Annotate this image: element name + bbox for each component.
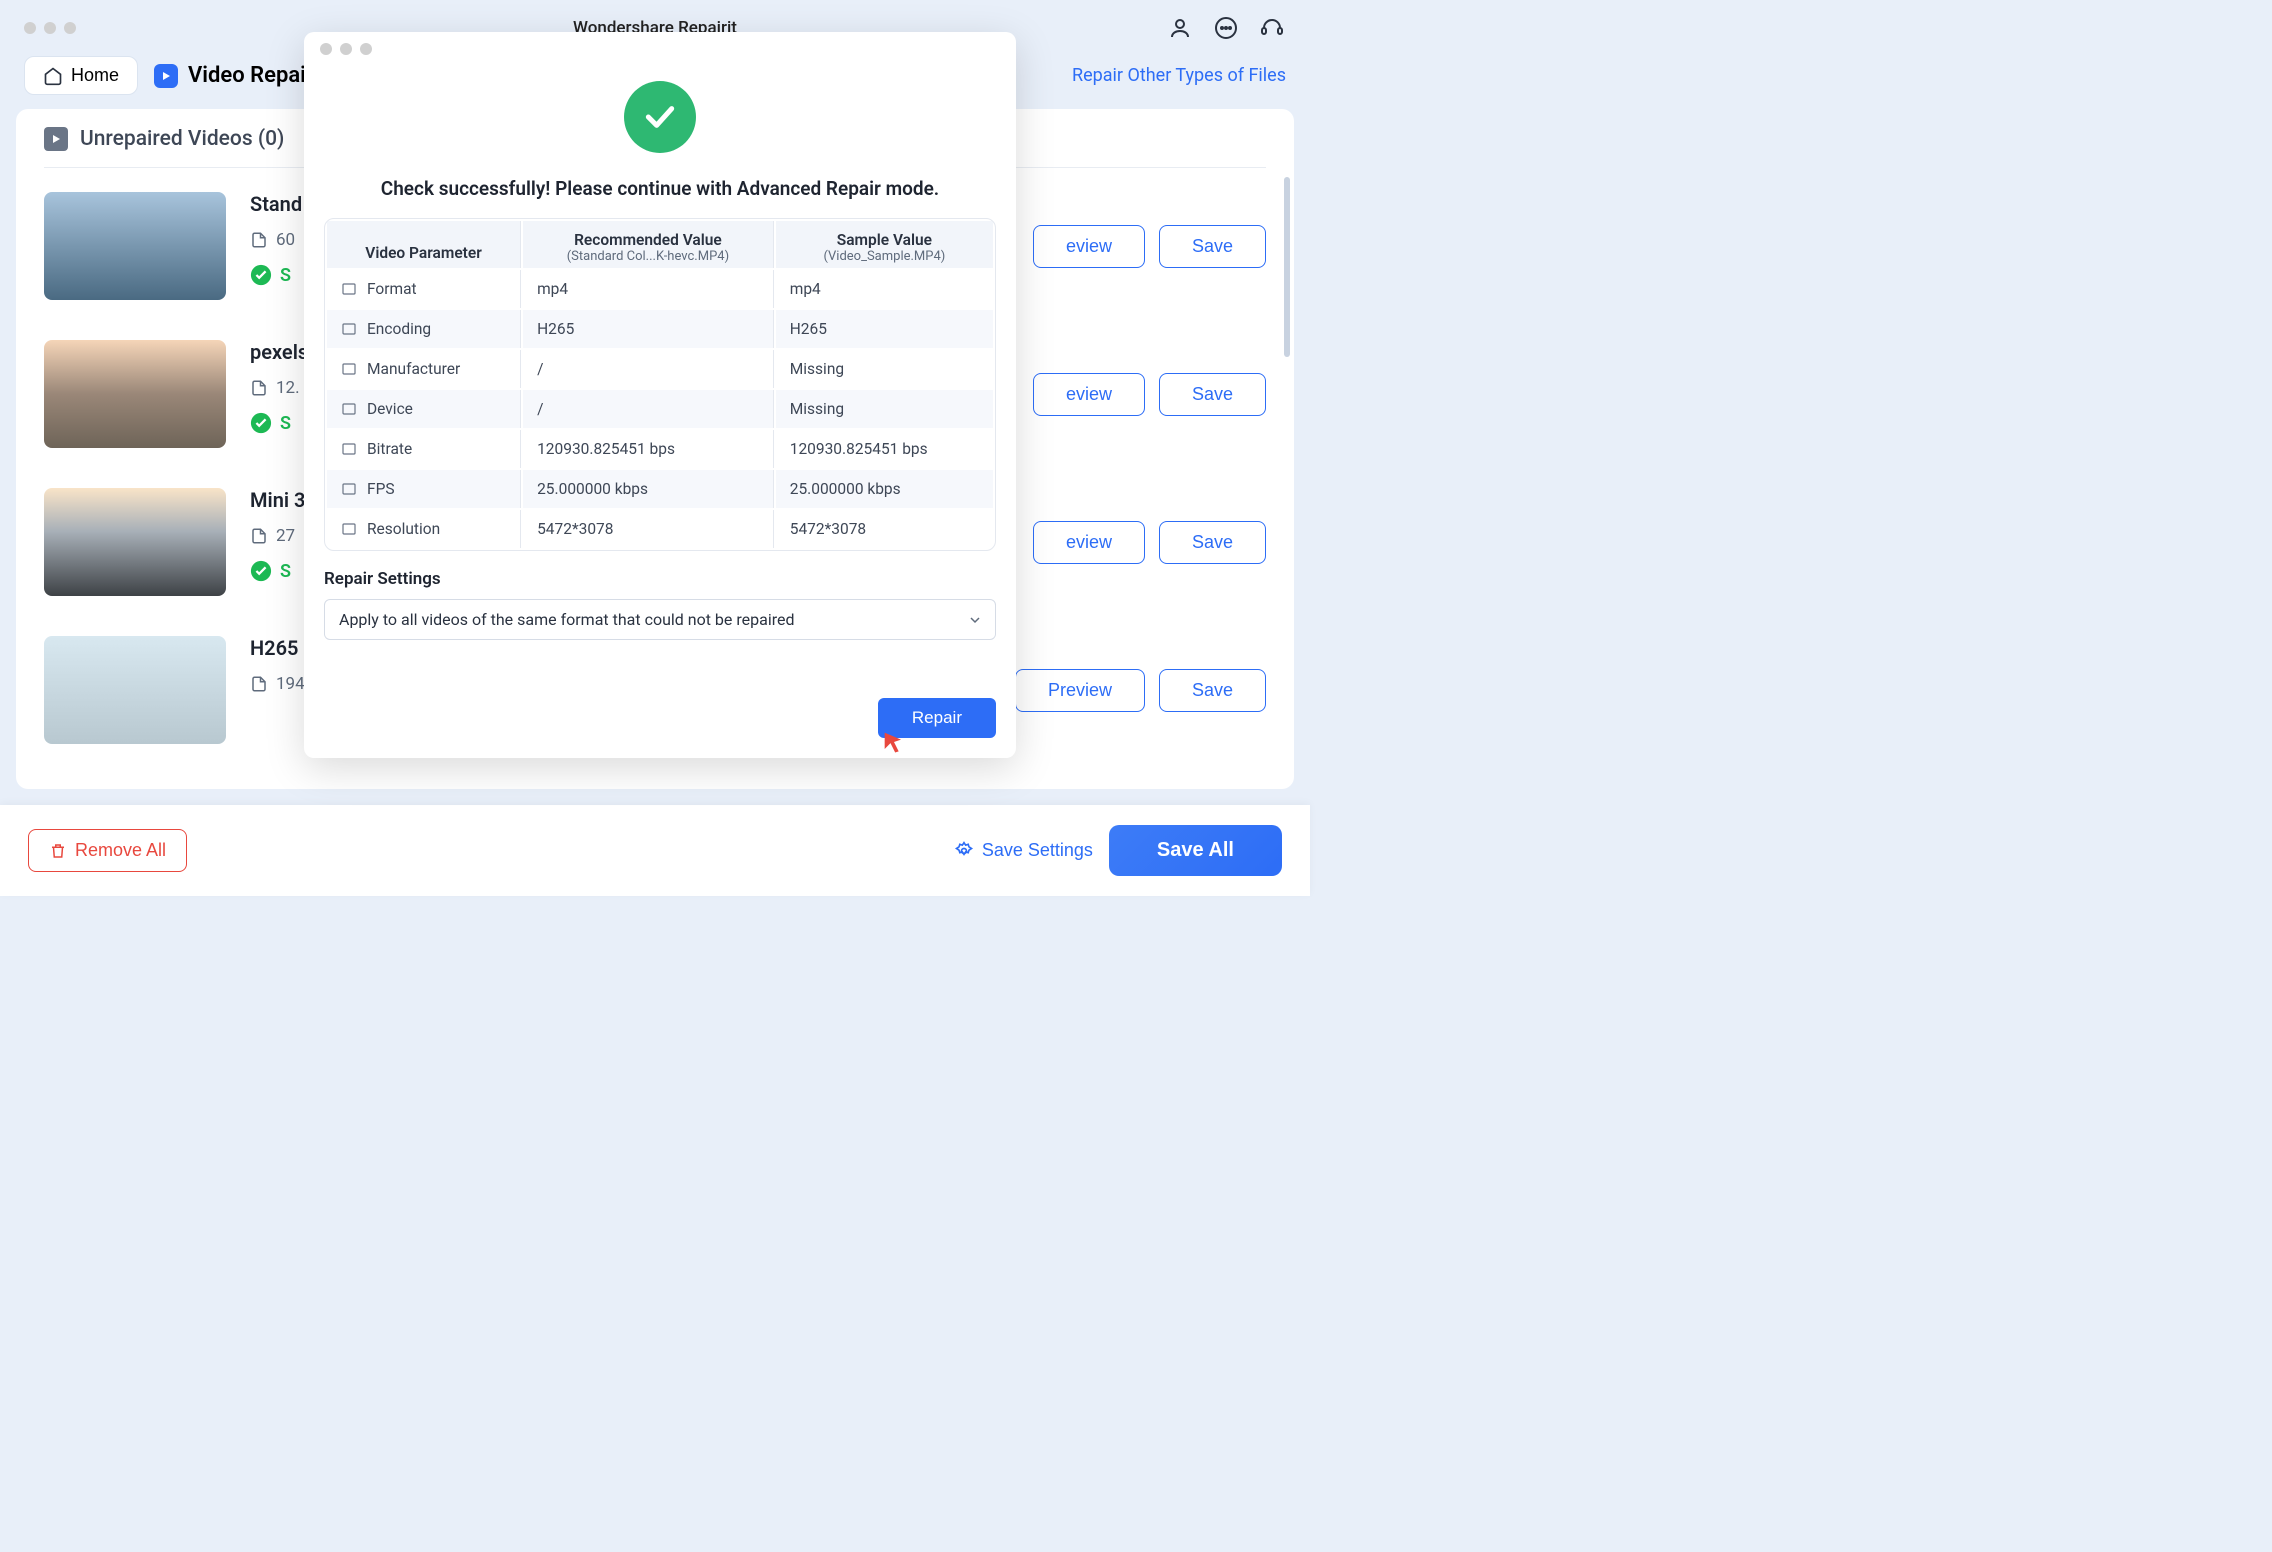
table-row: Device/Missing bbox=[327, 390, 993, 428]
modal-titlebar bbox=[304, 32, 1016, 65]
video-thumbnail[interactable] bbox=[44, 636, 226, 744]
col-recommended: Recommended Value(Standard Col...K-hevc.… bbox=[523, 221, 774, 268]
scrollbar[interactable] bbox=[1284, 177, 1290, 357]
preview-button[interactable]: Preview bbox=[1015, 669, 1145, 712]
param-icon bbox=[341, 361, 357, 377]
trash-icon bbox=[49, 842, 67, 860]
modal-message: Check successfully! Please continue with… bbox=[381, 177, 939, 200]
param-icon bbox=[341, 481, 357, 497]
support-icon[interactable] bbox=[1258, 14, 1286, 42]
video-thumbnail[interactable] bbox=[44, 340, 226, 448]
save-button[interactable]: Save bbox=[1159, 225, 1266, 268]
param-icon bbox=[341, 401, 357, 417]
param-icon bbox=[341, 321, 357, 337]
table-row: Resolution5472*30785472*3078 bbox=[327, 510, 993, 548]
check-circle-icon bbox=[250, 264, 272, 286]
file-icon bbox=[250, 231, 268, 249]
table-row: EncodingH265H265 bbox=[327, 310, 993, 348]
save-all-button[interactable]: Save All bbox=[1109, 825, 1282, 876]
video-icon bbox=[44, 127, 68, 151]
repair-other-link[interactable]: Repair Other Types of Files bbox=[1072, 65, 1286, 86]
chevron-down-icon bbox=[969, 614, 981, 626]
home-button[interactable]: Home bbox=[24, 56, 138, 95]
home-icon bbox=[43, 66, 63, 86]
maximize-window-icon[interactable] bbox=[360, 43, 372, 55]
success-check-icon bbox=[624, 81, 696, 153]
gear-icon bbox=[954, 841, 974, 861]
repair-button[interactable]: Repair bbox=[878, 698, 996, 738]
minimize-window-icon[interactable] bbox=[340, 43, 352, 55]
col-parameter: Video Parameter bbox=[327, 221, 521, 268]
check-circle-icon bbox=[250, 412, 272, 434]
save-button[interactable]: Save bbox=[1159, 669, 1266, 712]
table-row: Manufacturer/Missing bbox=[327, 350, 993, 388]
col-sample: Sample Value(Video_Sample.MP4) bbox=[776, 221, 993, 268]
file-icon bbox=[250, 675, 268, 693]
tab-label: Video Repair bbox=[188, 63, 314, 88]
repair-settings-select[interactable]: Apply to all videos of the same format t… bbox=[324, 599, 996, 640]
play-icon bbox=[154, 64, 178, 88]
preview-button[interactable]: eview bbox=[1033, 521, 1145, 564]
repair-settings-label: Repair Settings bbox=[324, 569, 996, 589]
minimize-window-icon[interactable] bbox=[44, 22, 56, 34]
close-window-icon[interactable] bbox=[24, 22, 36, 34]
param-icon bbox=[341, 281, 357, 297]
messages-icon[interactable] bbox=[1212, 14, 1240, 42]
section-title: Unrepaired Videos (0) bbox=[80, 127, 284, 151]
save-settings-button[interactable]: Save Settings bbox=[954, 840, 1093, 861]
remove-all-button[interactable]: Remove All bbox=[28, 829, 187, 872]
table-row: Formatmp4mp4 bbox=[327, 270, 993, 308]
maximize-window-icon[interactable] bbox=[64, 22, 76, 34]
save-button[interactable]: Save bbox=[1159, 373, 1266, 416]
tab-video-repair[interactable]: Video Repair bbox=[154, 63, 314, 88]
param-icon bbox=[341, 441, 357, 457]
advanced-repair-modal: Check successfully! Please continue with… bbox=[304, 32, 1016, 758]
preview-button[interactable]: eview bbox=[1033, 225, 1145, 268]
window-controls bbox=[24, 22, 76, 34]
file-icon bbox=[250, 527, 268, 545]
repair-settings: Repair Settings Apply to all videos of t… bbox=[324, 569, 996, 640]
param-icon bbox=[341, 521, 357, 537]
video-thumbnail[interactable] bbox=[44, 192, 226, 300]
save-button[interactable]: Save bbox=[1159, 521, 1266, 564]
account-icon[interactable] bbox=[1166, 14, 1194, 42]
file-icon bbox=[250, 379, 268, 397]
home-label: Home bbox=[71, 65, 119, 86]
footer: Remove All Save Settings Save All bbox=[0, 805, 1310, 896]
table-row: Bitrate120930.825451 bps120930.825451 bp… bbox=[327, 430, 993, 468]
video-thumbnail[interactable] bbox=[44, 488, 226, 596]
check-circle-icon bbox=[250, 560, 272, 582]
table-row: FPS25.000000 kbps25.000000 kbps bbox=[327, 470, 993, 508]
parameter-table: Video Parameter Recommended Value(Standa… bbox=[324, 218, 996, 551]
preview-button[interactable]: eview bbox=[1033, 373, 1145, 416]
close-window-icon[interactable] bbox=[320, 43, 332, 55]
